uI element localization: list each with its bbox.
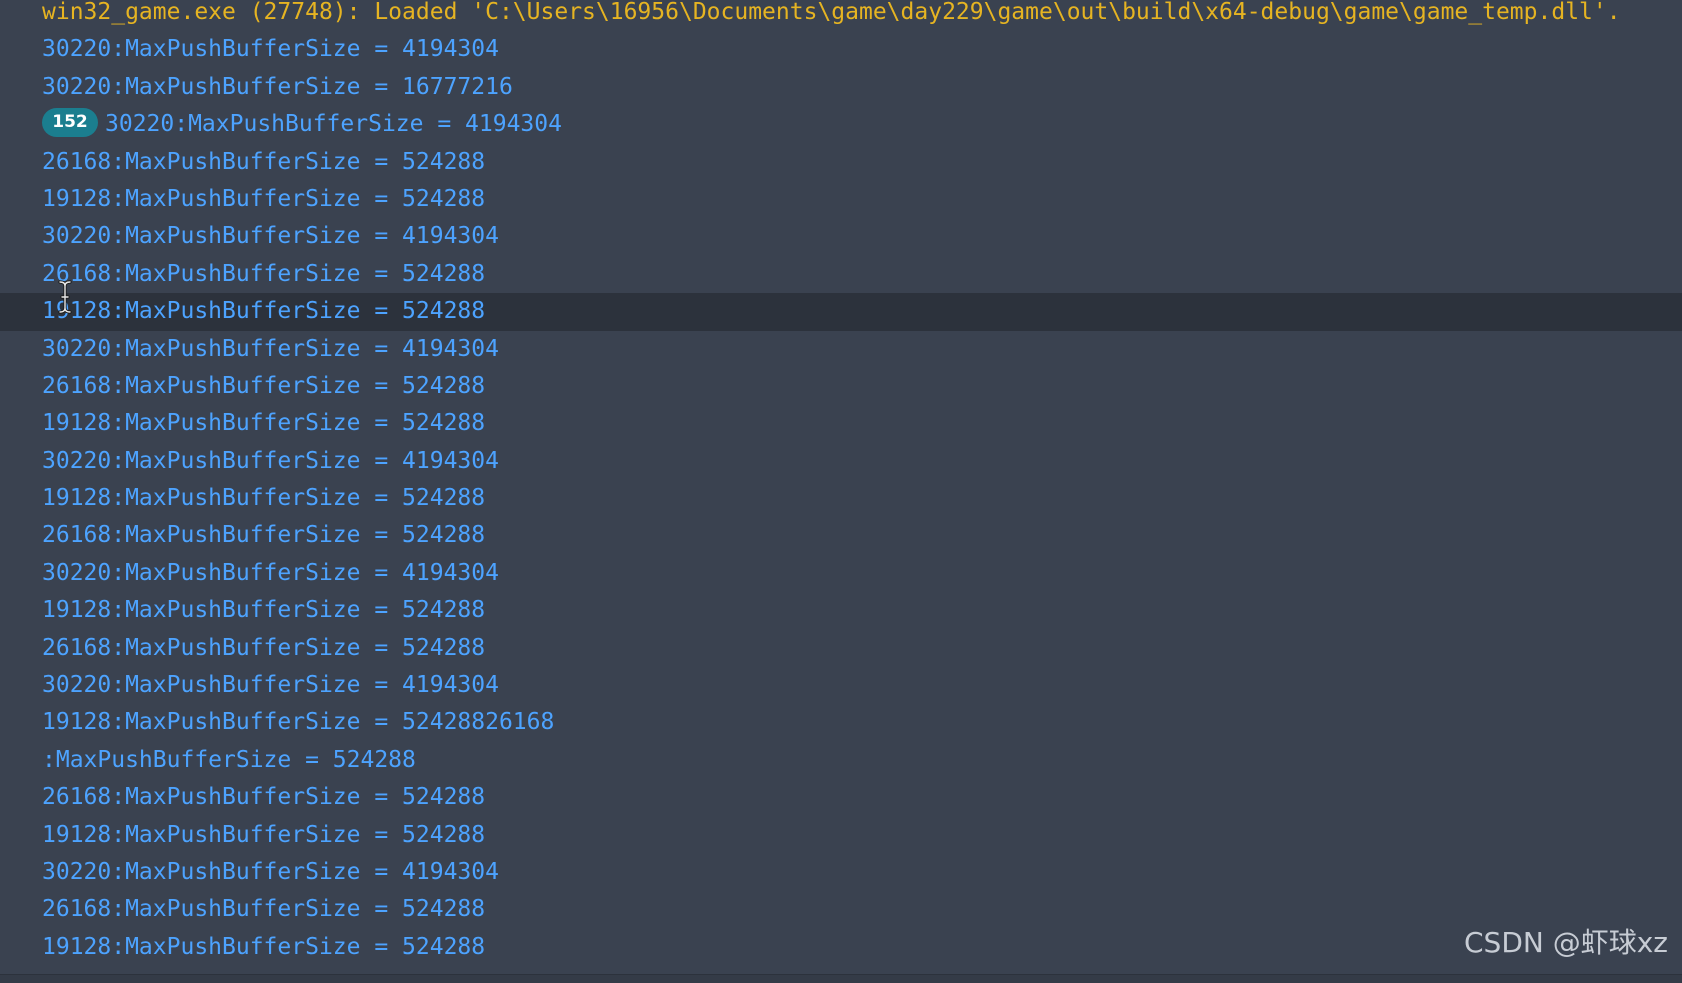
log-line[interactable]: 30220:MaxPushBufferSize = 4194304 <box>0 667 1682 704</box>
log-line-text: 26168:MaxPushBufferSize = 524288 <box>42 372 486 399</box>
log-line-text: 19128:MaxPushBufferSize = 524288 <box>42 485 486 512</box>
log-line[interactable]: 30220:MaxPushBufferSize = 4194304 <box>0 854 1682 891</box>
log-line-text: 30220:MaxPushBufferSize = 4194304 <box>42 36 499 63</box>
log-line-text: 30220:MaxPushBufferSize = 4194304 <box>42 447 499 474</box>
log-line[interactable]: 30220:MaxPushBufferSize = 4194304 <box>0 218 1682 255</box>
log-line-text: :MaxPushBufferSize = 524288 <box>42 746 416 773</box>
log-line[interactable]: 19128:MaxPushBufferSize = 524288 <box>0 405 1682 442</box>
log-line-text: 26168:MaxPushBufferSize = 524288 <box>42 522 486 549</box>
log-line-text: 19128:MaxPushBufferSize = 524288 <box>42 597 486 624</box>
log-line-text: 19128:MaxPushBufferSize = 524288 <box>42 410 486 437</box>
log-line-text: 30220:MaxPushBufferSize = 4194304 <box>42 223 499 250</box>
log-line-text: 19128:MaxPushBufferSize = 52428826168 <box>42 709 555 736</box>
log-line[interactable]: :MaxPushBufferSize = 524288 <box>0 742 1682 779</box>
log-line-text: 30220:MaxPushBufferSize = 4194304 <box>42 559 499 586</box>
watermark: CSDN @虾球xz <box>1464 926 1668 959</box>
repeat-count-badge: 152 <box>42 108 98 138</box>
log-line-text: 26168:MaxPushBufferSize = 524288 <box>42 260 486 287</box>
log-header-line[interactable]: win32_game.exe (27748): Loaded 'C:\Users… <box>0 0 1682 31</box>
log-line-text: 26168:MaxPushBufferSize = 524288 <box>42 896 486 923</box>
log-line[interactable]: 30220:MaxPushBufferSize = 4194304 <box>0 443 1682 480</box>
log-line[interactable]: 19128:MaxPushBufferSize = 524288 <box>0 293 1682 331</box>
log-line[interactable]: 26168:MaxPushBufferSize = 524288 <box>0 256 1682 293</box>
log-line[interactable]: 26168:MaxPushBufferSize = 524288 <box>0 779 1682 816</box>
log-line-text: win32_game.exe (27748): Loaded 'C:\Users… <box>42 0 1621 25</box>
log-list[interactable]: win32_game.exe (27748): Loaded 'C:\Users… <box>0 0 1682 966</box>
log-line[interactable]: 19128:MaxPushBufferSize = 524288 <box>0 181 1682 218</box>
log-line[interactable]: 19128:MaxPushBufferSize = 524288 <box>0 817 1682 854</box>
log-line-text: 19128:MaxPushBufferSize = 524288 <box>42 821 486 848</box>
log-line-text: 30220:MaxPushBufferSize = 4194304 <box>105 111 562 138</box>
log-line-text: 30220:MaxPushBufferSize = 16777216 <box>42 73 513 100</box>
text-cursor-icon <box>58 280 72 314</box>
log-line[interactable]: 30220:MaxPushBufferSize = 4194304 <box>0 31 1682 68</box>
log-line[interactable]: 26168:MaxPushBufferSize = 524288 <box>0 368 1682 405</box>
log-line-text: 30220:MaxPushBufferSize = 4194304 <box>42 672 499 699</box>
log-line-text: 26168:MaxPushBufferSize = 524288 <box>42 148 486 175</box>
log-line[interactable]: 26168:MaxPushBufferSize = 524288 <box>0 144 1682 181</box>
log-line[interactable]: 19128:MaxPushBufferSize = 524288 <box>0 929 1682 966</box>
log-line-text: 30220:MaxPushBufferSize = 4194304 <box>42 858 499 885</box>
log-line[interactable]: 30220:MaxPushBufferSize = 16777216 <box>0 69 1682 106</box>
log-line[interactable]: 19128:MaxPushBufferSize = 52428826168 <box>0 704 1682 741</box>
log-line-text: 30220:MaxPushBufferSize = 4194304 <box>42 335 499 362</box>
log-line-text: 19128:MaxPushBufferSize = 524288 <box>42 185 486 212</box>
log-line-text: 26168:MaxPushBufferSize = 524288 <box>42 784 486 811</box>
log-line[interactable]: 19128:MaxPushBufferSize = 524288 <box>0 480 1682 517</box>
log-line-text: 26168:MaxPushBufferSize = 524288 <box>42 634 486 661</box>
log-line[interactable]: 26168:MaxPushBufferSize = 524288 <box>0 517 1682 554</box>
log-line[interactable]: 19128:MaxPushBufferSize = 524288 <box>0 592 1682 629</box>
log-line[interactable]: 30220:MaxPushBufferSize = 4194304 <box>0 555 1682 592</box>
log-line-text: 19128:MaxPushBufferSize = 524288 <box>42 933 486 960</box>
log-line[interactable]: 26168:MaxPushBufferSize = 524288 <box>0 630 1682 667</box>
panel-bottom-edge <box>0 974 1682 983</box>
log-line-text: 19128:MaxPushBufferSize = 524288 <box>42 298 486 325</box>
log-line[interactable]: 26168:MaxPushBufferSize = 524288 <box>0 891 1682 928</box>
log-line[interactable]: 152 30220:MaxPushBufferSize = 4194304 <box>0 106 1682 143</box>
log-line[interactable]: 30220:MaxPushBufferSize = 4194304 <box>0 331 1682 368</box>
output-panel[interactable]: win32_game.exe (27748): Loaded 'C:\Users… <box>0 0 1682 983</box>
